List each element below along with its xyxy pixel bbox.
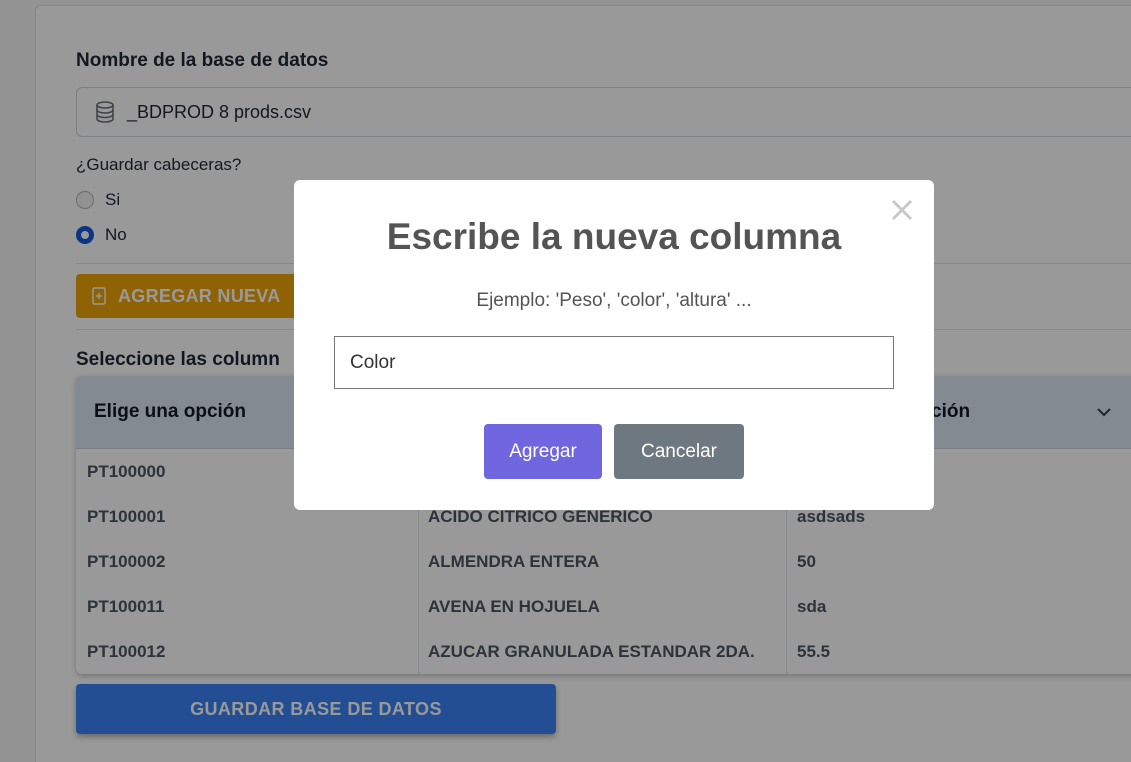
add-column-button[interactable]: Agregar [484,424,602,479]
cancel-button[interactable]: Cancelar [614,424,744,479]
cancel-label: Cancelar [640,440,718,462]
page: Nombre de la base de datos _BDPROD 8 pro… [0,0,1131,762]
add-column-label: Agregar [509,440,577,462]
dialog-hint-text: Ejemplo: 'Peso', 'color', 'altura' ... [476,290,752,311]
new-column-input[interactable] [334,336,894,389]
add-column-dialog: Escribe la nueva columna Ejemplo: 'Peso'… [294,180,934,510]
dialog-title: Escribe la nueva columna [386,216,842,257]
